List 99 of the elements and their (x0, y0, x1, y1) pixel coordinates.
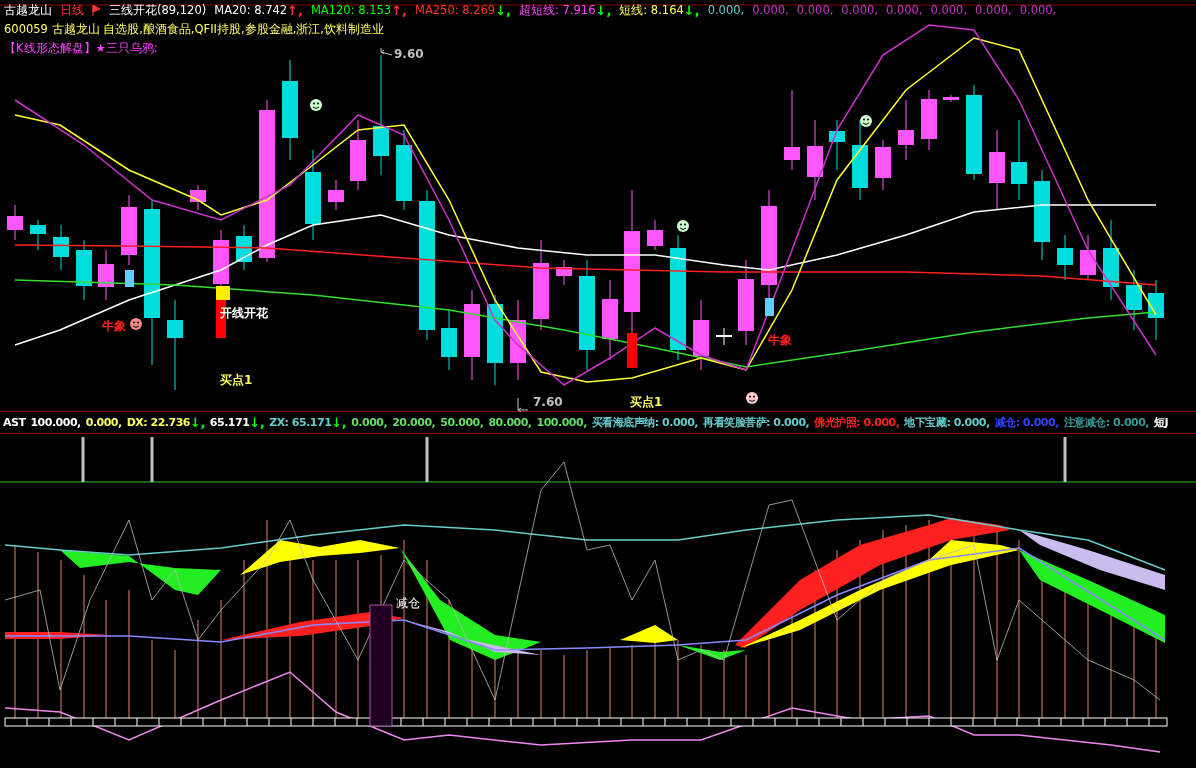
indicator-reading: 0.000, (885, 2, 923, 19)
candlestick (556, 259, 572, 286)
pattern-label: 【K线形态解盘】★三只乌鸦: (4, 41, 158, 55)
candlestick (693, 299, 709, 371)
flag-icon (92, 5, 101, 16)
indicator-reading: 50.000, (440, 415, 484, 431)
candlestick (98, 249, 114, 301)
indicator-bar (540, 649, 542, 719)
indicator-reading: 0.000, (707, 2, 745, 19)
indicator-bar (723, 649, 725, 719)
indicator-reading: DX: 22.736 (126, 415, 190, 431)
indicator-reading: 0.000, (351, 415, 388, 431)
indicator-reading: 买看海底声纳: 0.000, (591, 415, 699, 431)
trend-arrow: ↓, (331, 414, 347, 432)
indicator-reading: 减仓: 0.000, (994, 415, 1059, 431)
signal-bar (765, 298, 774, 316)
candlestick (898, 99, 914, 161)
indicator-bar (745, 654, 747, 719)
indicator-reading: 0.000, (975, 2, 1012, 19)
indicator-reading: AST (3, 415, 26, 431)
candlestick (716, 327, 732, 346)
formula-name: 三线开花(89,120) (109, 2, 207, 19)
trend-arrow: ↓, (249, 414, 265, 432)
indicator-reading: 100.000, (536, 415, 587, 431)
signal-bar (627, 333, 637, 368)
indicator-reading: 80.000, (488, 415, 532, 431)
chart-annotation: 7.60 (533, 395, 563, 409)
candlestick (236, 224, 252, 271)
smiley-icon (677, 220, 689, 232)
indicator-reading: 短线: 8.164 (619, 2, 684, 19)
indicator-reading: 0.000, (752, 2, 789, 19)
smiley-icon (130, 318, 142, 330)
candlestick (921, 89, 937, 151)
stock-name: 古越龙山 (4, 2, 52, 19)
indicator-reading: 佛光护照: 0.000, (814, 415, 900, 431)
indicator-reading: MA120: 8.153 (310, 2, 392, 19)
chart-annotation: 买点1 (630, 395, 663, 409)
indicator-reading: 0.000, (930, 2, 968, 19)
trend-arrow: ↓, (683, 2, 700, 20)
candlestick (1126, 269, 1142, 331)
candlestick (829, 119, 845, 171)
indicator-band (620, 625, 678, 643)
candlestick (875, 139, 891, 191)
indicator-reading: 超短线: 7.916 (519, 2, 596, 19)
smiley-icon (860, 115, 872, 127)
signal-spike (81, 437, 85, 482)
candlestick (30, 219, 46, 251)
leader-line (380, 47, 393, 56)
indicator-reading: 短J (1154, 415, 1169, 431)
indicator-reading: 再看笑脸菩萨: 0.000, (703, 415, 810, 431)
candlestick (647, 219, 663, 251)
indicator-reading: 20.000, (392, 415, 436, 431)
marker-label: 减仓 (396, 596, 420, 610)
indicator-reading: MA20: 8.742 (214, 2, 288, 19)
candlestick (328, 179, 344, 211)
signal-spike (425, 437, 429, 482)
trend-arrow: ↓, (595, 2, 612, 20)
indicator-reading: 100.000, (30, 415, 81, 431)
indicator-reading: 65.171 (209, 415, 250, 431)
period-label: 日线 (60, 2, 84, 19)
chart-annotation: 开线开花 (220, 306, 268, 320)
candlestick (121, 194, 137, 266)
candlestick (1080, 234, 1096, 281)
indicator-reading: 0.000, (796, 2, 834, 19)
indicator-reading: 0.000, (1019, 2, 1057, 19)
chart-annotation: 买点1 (220, 373, 253, 387)
trend-arrow: ↓, (190, 414, 205, 432)
signal-spike (150, 437, 154, 482)
candlestick (350, 119, 366, 191)
chart-annotation: 牛象 (768, 333, 792, 347)
candlestick (53, 224, 69, 271)
stock-info: 600059 古越龙山 自选股,酿酒食品,QFII持股,参股金融,浙江,饮料制造业 (4, 22, 384, 36)
candlestick (7, 204, 23, 241)
indicator-bar (586, 649, 588, 719)
candlestick (76, 239, 92, 301)
candlestick (1148, 279, 1164, 341)
indicator-bar (174, 649, 176, 719)
indicator-bar (563, 654, 565, 719)
indicator-reading: 注意减仓: 0.000, (1063, 415, 1150, 431)
indicator-reading: 0.000, (85, 415, 122, 431)
indicator-reading: 0.000, (841, 2, 878, 19)
smiley-icon (310, 99, 322, 111)
indicator-reading: 地下宝藏: 0.000, (904, 415, 990, 431)
candlestick (943, 94, 959, 103)
smiley-icon (746, 392, 758, 404)
candlestick (190, 184, 206, 211)
chart-annotation: 牛象 (102, 319, 126, 333)
indicator-reading: MA250: 8.269 (415, 2, 496, 19)
candlestick (441, 309, 457, 371)
trend-arrow: ↑, (287, 2, 303, 20)
indicator-reading: ZX: 65.171 (269, 415, 332, 431)
trend-arrow: ↓, (495, 2, 512, 20)
leader-line (517, 397, 529, 412)
signal-spike (1063, 437, 1067, 482)
chart-annotation: 9.60 (394, 47, 424, 61)
candlestick (1057, 234, 1073, 281)
signal-bar (125, 270, 134, 287)
trend-arrow: ↑, (391, 2, 407, 20)
indicator-bar (609, 647, 611, 719)
